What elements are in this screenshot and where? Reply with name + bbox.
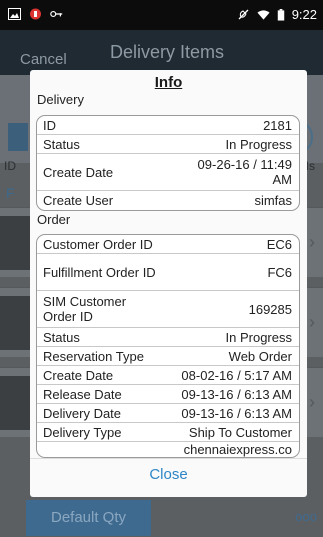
mute-icon	[238, 9, 249, 19]
more-options-button[interactable]: ooo	[295, 509, 317, 524]
dialog-title: Info	[154, 74, 183, 91]
info-key: Create Date	[43, 367, 114, 383]
item-thumbnail	[0, 216, 32, 270]
chevron-right-icon: ›	[309, 392, 315, 412]
tab-left[interactable]	[8, 123, 28, 151]
info-row: Carrier chennaiexpress.co	[37, 442, 299, 457]
info-key: Status	[43, 329, 80, 345]
info-row: Create Date 08-02-16 / 5:17 AM	[37, 366, 299, 385]
column-label-right: Is	[305, 159, 315, 173]
order-section-label: Order	[37, 212, 71, 227]
delivery-info-group: ID 2181 Status In Progress Create Date 0…	[36, 115, 300, 211]
info-row: ID 2181	[37, 116, 299, 135]
info-value: 169285	[248, 301, 292, 317]
info-key: Delivery Type	[43, 424, 122, 440]
divider	[30, 458, 307, 459]
info-value: simfas	[254, 193, 292, 208]
info-row: Reservation Type Web Order	[37, 347, 299, 366]
info-value: Ship To Customer	[188, 424, 292, 440]
battery-icon	[277, 8, 284, 21]
default-qty-button[interactable]: Default Qty	[26, 500, 151, 536]
info-row: Delivery Date 09-13-16 / 6:13 AM	[37, 404, 299, 423]
clock: 9:22	[291, 7, 317, 22]
info-key: Create User	[43, 193, 114, 208]
info-key: ID	[43, 117, 56, 133]
info-row: Create User simfas	[37, 191, 299, 210]
info-key: Carrier	[43, 442, 83, 457]
info-row: Release Date 09-13-16 / 6:13 AM	[37, 385, 299, 404]
page-title: Delivery Items	[110, 42, 225, 62]
info-key: Delivery Date	[43, 405, 122, 421]
info-value: In Progress	[225, 329, 292, 345]
info-row: Status In Progress	[37, 328, 299, 347]
info-value: In Progress	[225, 136, 292, 152]
app-bar: Cancel Delivery Items	[0, 30, 323, 75]
info-key: Status	[43, 136, 80, 152]
item-thumbnail	[0, 376, 32, 430]
info-dialog: Info Delivery ID 2181 Status In Progress…	[30, 70, 307, 497]
column-label-id: ID	[4, 159, 16, 173]
chevron-right-icon: ›	[309, 232, 315, 252]
close-button[interactable]: Close	[30, 466, 307, 483]
info-key: Customer Order ID	[43, 236, 153, 252]
info-value: 2181	[263, 117, 292, 133]
info-key: Release Date	[43, 386, 122, 402]
info-row: Status In Progress	[37, 135, 299, 154]
item-thumbnail	[0, 296, 32, 350]
wifi-icon	[257, 9, 270, 20]
status-bar: 9:22	[0, 0, 323, 30]
info-value: Web Order	[228, 348, 292, 364]
key-icon	[50, 10, 63, 18]
order-info-group: Customer Order ID EC6 Fulfillment Order …	[36, 234, 300, 458]
info-row: Delivery Type Ship To Customer	[37, 423, 299, 442]
app-notification-icon	[30, 8, 41, 20]
info-value: FC6	[267, 264, 292, 280]
filter-label: F	[6, 185, 15, 201]
info-row: Create Date 09-26-16 / 11:49 AM	[37, 154, 299, 191]
cancel-button[interactable]: Cancel	[20, 51, 67, 68]
info-key: SIM Customer Order ID	[43, 294, 127, 324]
info-value: EC6	[266, 236, 292, 252]
info-value: 08-02-16 / 5:17 AM	[181, 367, 292, 383]
info-key: Create Date	[43, 164, 114, 180]
info-key: Fulfillment Order ID	[43, 264, 156, 280]
info-row: Customer Order ID EC6	[37, 235, 299, 254]
info-value: 09-26-16 / 11:49 AM	[197, 157, 292, 187]
chevron-right-icon: ›	[309, 312, 315, 332]
info-row: SIM Customer Order ID 169285	[37, 291, 299, 328]
info-row: Fulfillment Order ID FC6	[37, 254, 299, 291]
info-value: chennaiexpress.co	[183, 442, 292, 457]
info-value: 09-13-16 / 6:13 AM	[181, 405, 292, 421]
info-value: 09-13-16 / 6:13 AM	[181, 386, 292, 402]
delivery-section-label: Delivery	[37, 92, 84, 107]
info-key: Reservation Type	[43, 348, 144, 364]
image-icon	[8, 8, 21, 20]
